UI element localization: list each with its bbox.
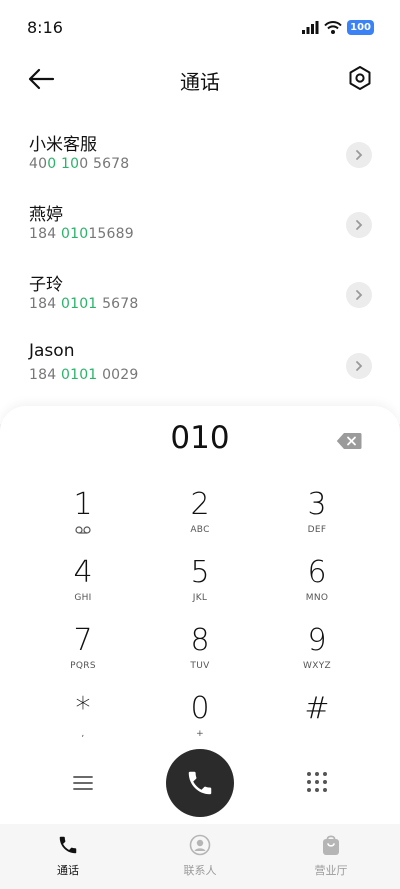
key-2[interactable]: 2 ABC xyxy=(140,488,260,550)
bag-icon xyxy=(323,835,339,855)
contact-number: 400 100 5678 xyxy=(29,156,130,172)
key-3[interactable]: 3 DEF xyxy=(257,488,377,550)
tab-service-hall[interactable]: 营业厅 xyxy=(291,834,371,878)
tab-contacts[interactable]: 联系人 xyxy=(160,834,240,878)
status-icons: 100 xyxy=(302,20,374,35)
battery-indicator: 100 xyxy=(347,20,374,35)
contact-icon xyxy=(189,834,211,856)
call-button[interactable] xyxy=(166,749,234,817)
chevron-right-icon xyxy=(356,150,363,160)
key-1[interactable]: 1 xyxy=(23,488,143,550)
chevron-right-icon xyxy=(356,290,363,300)
contact-row[interactable]: 子玲 184 0101 5678 xyxy=(0,252,400,318)
key-8[interactable]: 8 TUV xyxy=(140,624,260,686)
gear-icon xyxy=(349,66,371,90)
contact-name: 小米客服 xyxy=(29,135,97,155)
dialer-panel: 010 1 2 ABC 3 DEF 4 GHI 5 JKL 6 MNO 7 PQ… xyxy=(0,406,400,824)
key-hash[interactable]: # xyxy=(257,692,377,754)
contact-row[interactable]: 小米客服 400 100 5678 xyxy=(0,112,400,178)
header: 通话 xyxy=(0,56,400,104)
status-time: 8:16 xyxy=(27,18,63,37)
backspace-icon xyxy=(336,433,362,449)
contact-detail-button[interactable] xyxy=(346,212,372,238)
hamburger-menu-icon xyxy=(73,776,93,790)
voicemail-icon xyxy=(75,526,91,534)
contact-list: 小米客服 400 100 5678 燕婷 184 01015689 子玲 184… xyxy=(0,104,400,424)
key-4[interactable]: 4 GHI xyxy=(23,556,143,618)
phone-icon xyxy=(188,771,212,795)
tab-label: 营业厅 xyxy=(314,864,348,877)
tab-calls[interactable]: 通话 xyxy=(28,834,108,878)
wifi-icon xyxy=(324,21,342,34)
menu-button[interactable] xyxy=(72,774,94,792)
contact-number: 184 0101 0029 xyxy=(29,367,139,383)
key-star[interactable]: * , xyxy=(23,692,143,754)
contact-name: 子玲 xyxy=(29,275,63,295)
contact-detail-button[interactable] xyxy=(346,353,372,379)
contact-number: 184 0101 5678 xyxy=(29,296,139,312)
page-title: 通话 xyxy=(180,70,220,94)
delete-button[interactable] xyxy=(336,432,362,450)
contact-number: 184 01015689 xyxy=(29,226,134,242)
chevron-right-icon xyxy=(356,361,363,371)
status-bar: 8:16 100 xyxy=(0,0,400,56)
contact-row[interactable]: Jason 184 0101 0029 xyxy=(0,323,400,389)
contact-detail-button[interactable] xyxy=(346,282,372,308)
key-6[interactable]: 6 MNO xyxy=(257,556,377,618)
key-7[interactable]: 7 PQRS xyxy=(23,624,143,686)
signal-icon xyxy=(302,21,319,34)
contact-detail-button[interactable] xyxy=(346,142,372,168)
chevron-right-icon xyxy=(356,220,363,230)
contact-row[interactable]: 燕婷 184 01015689 xyxy=(0,182,400,248)
contact-name: Jason xyxy=(29,341,75,361)
key-9[interactable]: 9 WXYZ xyxy=(257,624,377,686)
settings-button[interactable] xyxy=(347,65,373,91)
tab-label: 通话 xyxy=(57,864,79,877)
contact-name: 燕婷 xyxy=(29,205,63,225)
bottom-tab-bar: 通话 联系人 营业厅 xyxy=(0,824,400,889)
keypad-toggle-button[interactable] xyxy=(306,771,328,793)
dialpad-grid-icon xyxy=(307,772,327,792)
phone-icon xyxy=(59,836,77,854)
key-5[interactable]: 5 JKL xyxy=(140,556,260,618)
tab-label: 联系人 xyxy=(183,864,217,877)
key-0[interactable]: 0 + xyxy=(140,692,260,754)
